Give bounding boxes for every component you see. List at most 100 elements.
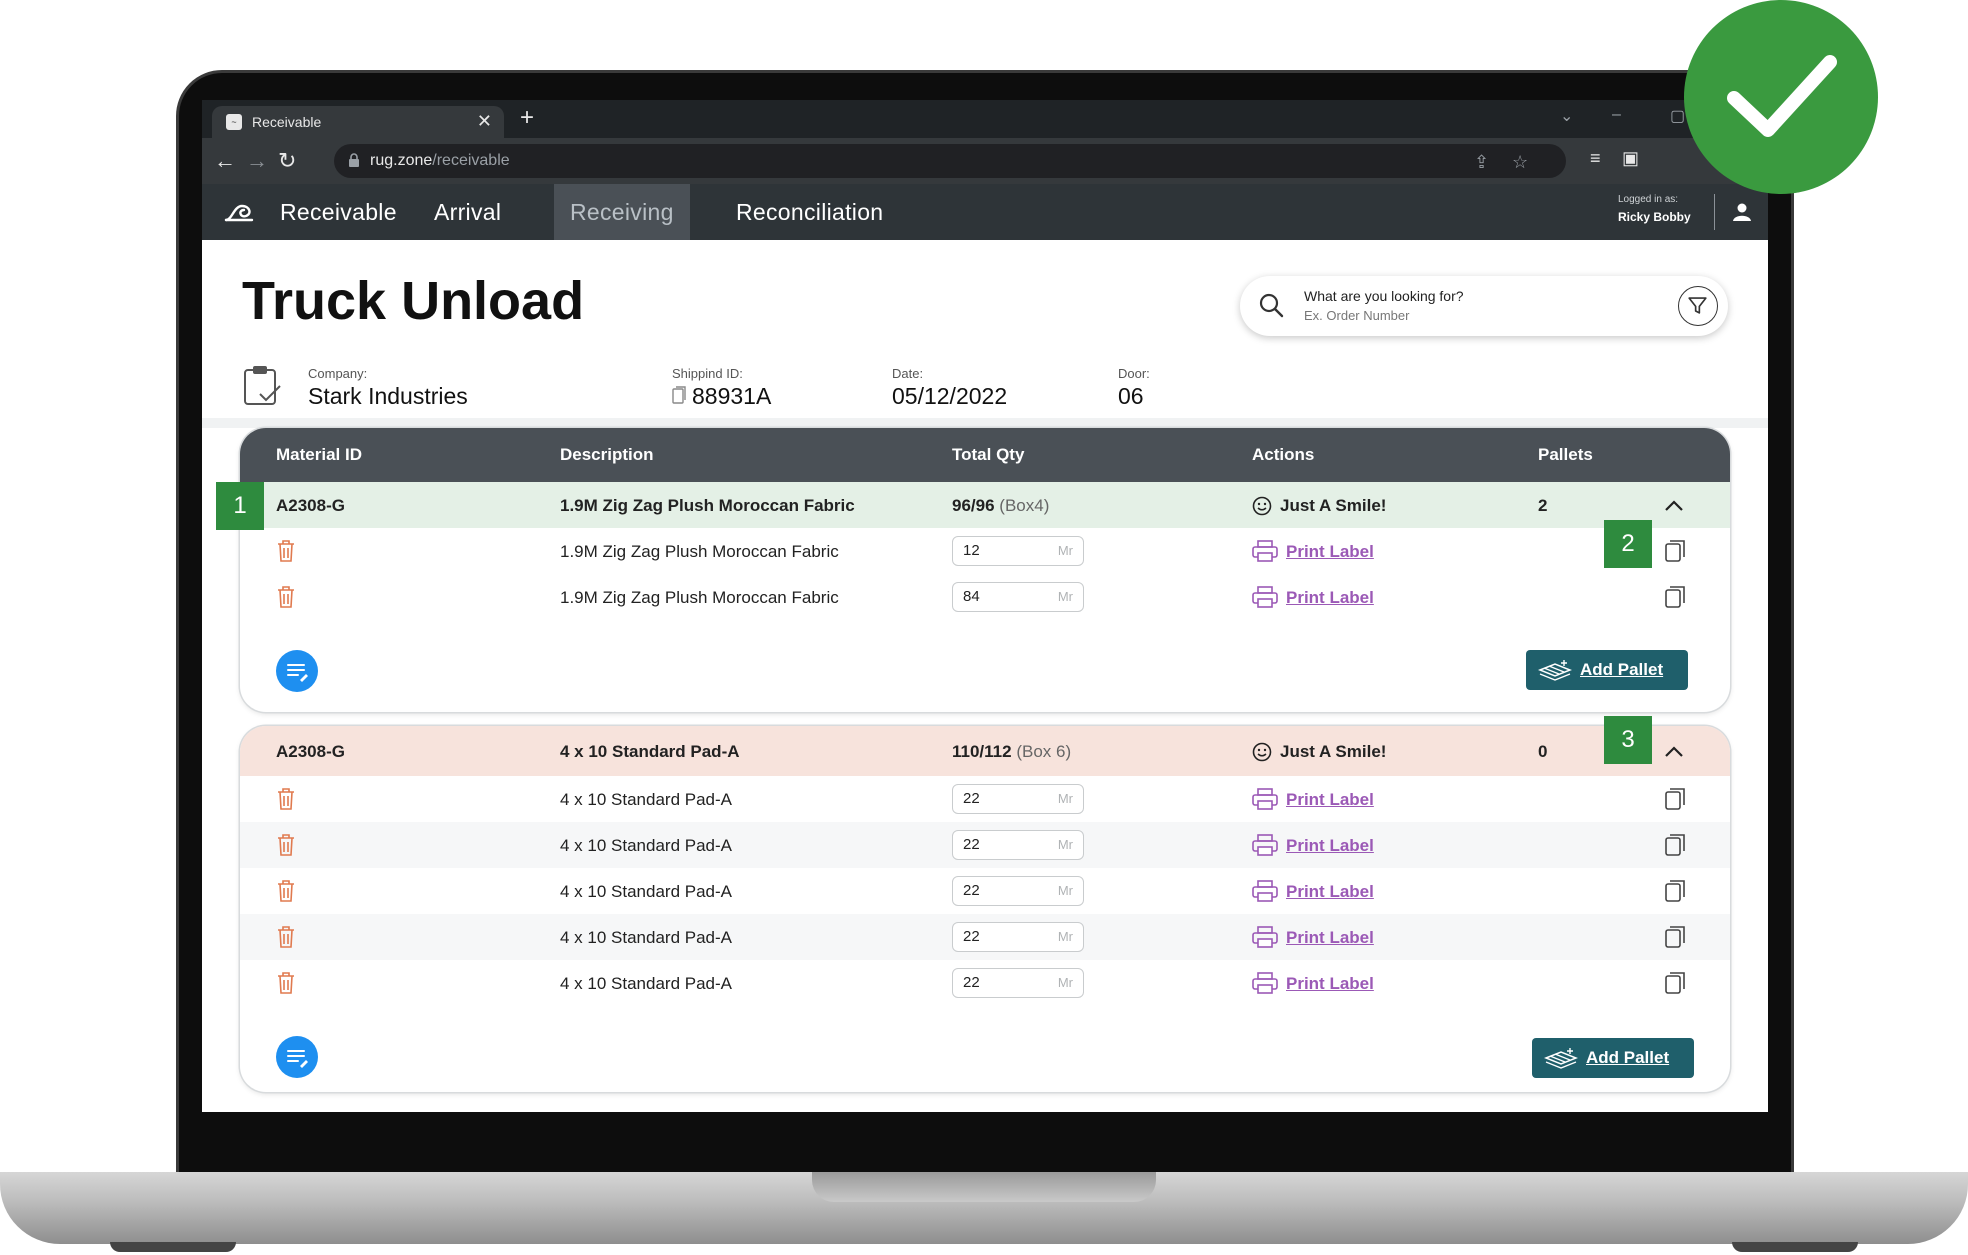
company-label: Company: bbox=[308, 366, 368, 381]
table-row: 4 x 10 Standard Pad-A 22 Mr Print Label bbox=[240, 776, 1730, 822]
close-tab-icon[interactable]: ✕ bbox=[477, 111, 492, 132]
laptop-foot bbox=[1732, 1242, 1858, 1252]
notes-icon bbox=[287, 664, 308, 682]
qty-input[interactable]: 22 Mr bbox=[952, 968, 1084, 998]
user-icon[interactable] bbox=[1732, 202, 1752, 222]
minimize-icon[interactable]: – bbox=[1612, 106, 1621, 124]
copy-icon[interactable] bbox=[672, 386, 686, 404]
share-icon[interactable]: ⇪ bbox=[1474, 152, 1489, 173]
qty-input[interactable]: 22 Mr bbox=[952, 784, 1084, 814]
pallet-icon bbox=[1538, 660, 1572, 681]
add-pallet-label: Add Pallet bbox=[1586, 1048, 1670, 1067]
copy-icon[interactable] bbox=[1664, 925, 1686, 949]
playlist-icon[interactable]: ≡ bbox=[1590, 148, 1601, 169]
back-icon[interactable]: ← bbox=[214, 148, 236, 174]
printer-icon[interactable] bbox=[1252, 540, 1278, 562]
copy-icon[interactable] bbox=[1664, 585, 1686, 609]
door-label: Door: bbox=[1118, 366, 1150, 381]
print-label-link[interactable]: Print Label bbox=[1286, 974, 1374, 994]
logged-in-label: Logged in as: bbox=[1618, 194, 1679, 205]
search-box[interactable]: What are you looking for? Ex. Order Numb… bbox=[1240, 276, 1728, 336]
checkmark-icon bbox=[1727, 55, 1837, 137]
line-description: 4 x 10 Standard Pad-A bbox=[560, 882, 733, 901]
company-value: Stark Industries bbox=[308, 383, 468, 409]
header-pallets: Pallets bbox=[1538, 445, 1593, 464]
material-group: Material ID Description Total Qty Action… bbox=[240, 428, 1730, 712]
print-label-link[interactable]: Print Label bbox=[1286, 790, 1374, 810]
trash-icon[interactable] bbox=[276, 833, 296, 857]
chevron-up-icon[interactable] bbox=[1664, 746, 1684, 758]
nav-arrival[interactable]: Arrival bbox=[434, 184, 501, 240]
section-divider bbox=[202, 418, 1768, 428]
pallet-count: 0 bbox=[1538, 742, 1548, 761]
address-bar[interactable]: rug.zone/receivable ⇪ ☆ bbox=[334, 144, 1566, 178]
search-label: What are you looking for? bbox=[1304, 288, 1464, 304]
qty-input[interactable]: 12 Mr bbox=[952, 536, 1084, 566]
sidepanel-icon[interactable]: ▣ bbox=[1622, 148, 1639, 169]
star-icon[interactable]: ☆ bbox=[1512, 152, 1528, 173]
shipping-value: 88931A bbox=[672, 383, 771, 410]
table-row: 1.9M Zig Zag Plush Moroccan Fabric 12 Mr … bbox=[240, 528, 1730, 574]
print-label-link[interactable]: Print Label bbox=[1286, 836, 1374, 856]
qty-input[interactable]: 22 Mr bbox=[952, 922, 1084, 952]
filter-icon bbox=[1688, 297, 1707, 314]
printer-icon[interactable] bbox=[1252, 926, 1278, 948]
add-pallet-button[interactable]: Add Pallet bbox=[1526, 650, 1688, 690]
copy-icon[interactable] bbox=[1664, 971, 1686, 995]
nav-receiving[interactable]: Receiving bbox=[554, 184, 690, 240]
printer-icon[interactable] bbox=[1252, 788, 1278, 810]
door-field: Door: 06 bbox=[1118, 366, 1150, 410]
reload-icon[interactable]: ↻ bbox=[278, 148, 296, 174]
laptop-notch bbox=[812, 1172, 1156, 1202]
search-placeholder[interactable]: Ex. Order Number bbox=[1304, 308, 1409, 323]
trash-icon[interactable] bbox=[276, 787, 296, 811]
table-row-summary[interactable]: A2308-G 4 x 10 Standard Pad-A 110/112 (B… bbox=[240, 726, 1730, 776]
notes-button[interactable] bbox=[276, 1036, 318, 1078]
print-label-link[interactable]: Print Label bbox=[1286, 882, 1374, 902]
tab-title: Receivable bbox=[252, 114, 322, 130]
filter-button[interactable] bbox=[1678, 286, 1718, 326]
tab-search-icon[interactable]: ⌄ bbox=[1560, 106, 1573, 126]
trash-icon[interactable] bbox=[276, 925, 296, 949]
notes-button[interactable] bbox=[276, 650, 318, 692]
print-label-link[interactable]: Print Label bbox=[1286, 588, 1374, 608]
line-description: 4 x 10 Standard Pad-A bbox=[560, 928, 733, 947]
trash-icon[interactable] bbox=[276, 585, 296, 609]
table-row-summary[interactable]: A2308-G 1.9M Zig Zag Plush Moroccan Fabr… bbox=[240, 482, 1730, 528]
screen: ~ Receivable ✕ + ⌄ – ▢ ← → ↻ rug.zone/re… bbox=[202, 100, 1768, 1112]
printer-icon[interactable] bbox=[1252, 834, 1278, 856]
smile-icon bbox=[1252, 496, 1272, 516]
browser-tab[interactable]: ~ Receivable ✕ bbox=[212, 106, 504, 138]
printer-icon[interactable] bbox=[1252, 880, 1278, 902]
qty-input[interactable]: 22 Mr bbox=[952, 876, 1084, 906]
maximize-icon[interactable]: ▢ bbox=[1670, 106, 1685, 126]
line-description: 1.9M Zig Zag Plush Moroccan Fabric bbox=[560, 542, 839, 561]
lock-icon bbox=[349, 153, 359, 167]
nav-reconciliation[interactable]: Reconciliation bbox=[736, 184, 883, 240]
chevron-up-icon[interactable] bbox=[1664, 500, 1684, 512]
print-label-link[interactable]: Print Label bbox=[1286, 928, 1374, 948]
description: 4 x 10 Standard Pad-A bbox=[560, 742, 740, 761]
copy-icon[interactable] bbox=[1664, 539, 1686, 563]
trash-icon[interactable] bbox=[276, 539, 296, 563]
print-label-link[interactable]: Print Label bbox=[1286, 542, 1374, 562]
door-value: 06 bbox=[1118, 383, 1144, 409]
pallet-count: 2 bbox=[1538, 496, 1548, 515]
printer-icon[interactable] bbox=[1252, 972, 1278, 994]
browser-tabbar: ~ Receivable ✕ + ⌄ – ▢ bbox=[202, 100, 1768, 138]
logo-icon[interactable] bbox=[224, 202, 256, 224]
nav-receivable[interactable]: Receivable bbox=[280, 184, 397, 240]
printer-icon[interactable] bbox=[1252, 586, 1278, 608]
forward-icon[interactable]: → bbox=[246, 148, 268, 174]
qty-input[interactable]: 84 Mr bbox=[952, 582, 1084, 612]
date-label: Date: bbox=[892, 366, 924, 381]
copy-icon[interactable] bbox=[1664, 787, 1686, 811]
add-pallet-button[interactable]: Add Pallet bbox=[1532, 1038, 1694, 1078]
copy-icon[interactable] bbox=[1664, 833, 1686, 857]
trash-icon[interactable] bbox=[276, 879, 296, 903]
copy-icon[interactable] bbox=[1664, 879, 1686, 903]
trash-icon[interactable] bbox=[276, 971, 296, 995]
qty-input[interactable]: 22 Mr bbox=[952, 830, 1084, 860]
new-tab-icon[interactable]: + bbox=[520, 104, 534, 132]
date-value: 05/12/2022 bbox=[892, 383, 1008, 409]
